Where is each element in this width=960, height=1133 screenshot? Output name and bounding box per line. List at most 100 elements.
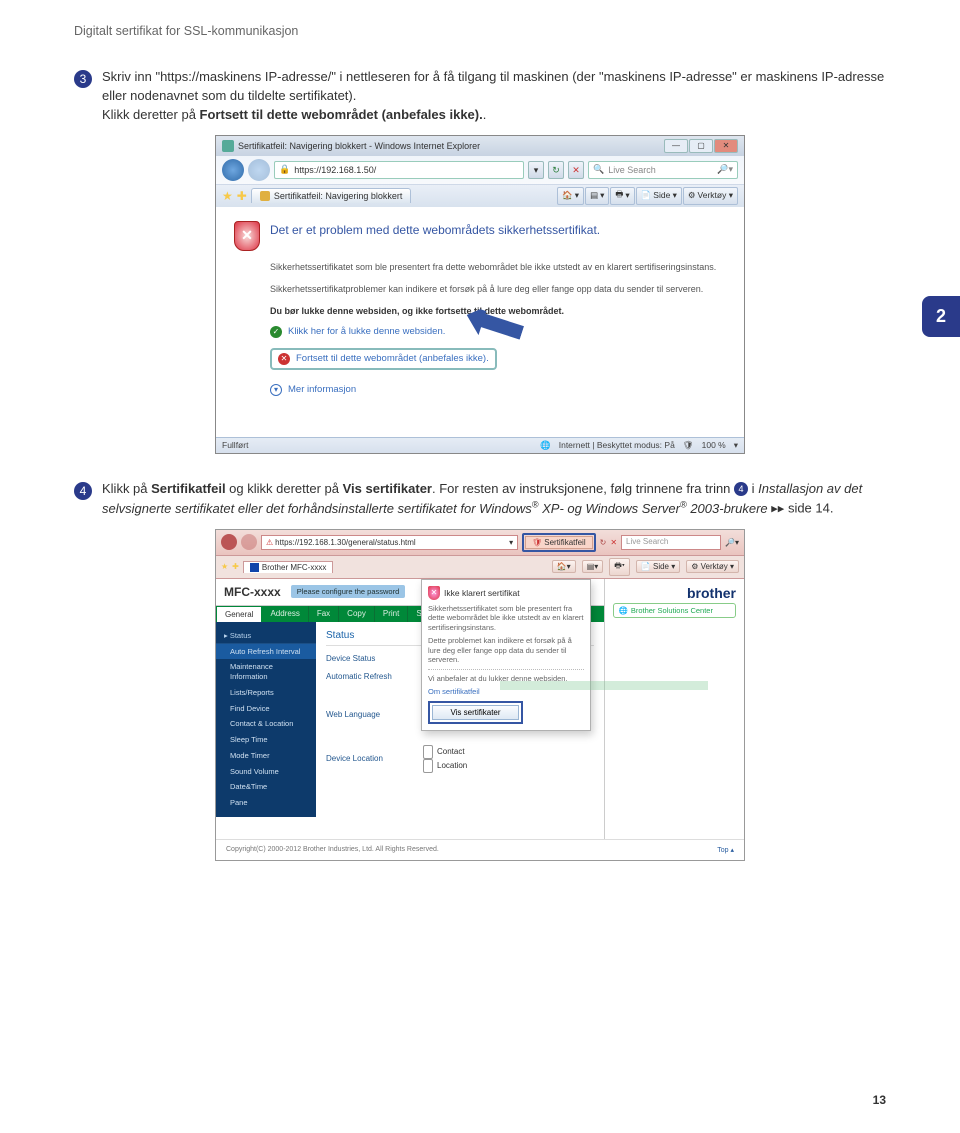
sidebar-item-maintenance[interactable]: Maintenance Information <box>216 659 316 685</box>
navtab-print[interactable]: Print <box>375 606 408 622</box>
sidebar-item-contact[interactable]: Contact & Location <box>216 716 316 732</box>
add-favorites-icon[interactable]: ✚ <box>237 189 247 203</box>
window-maximize-button[interactable]: ▢ <box>689 139 713 153</box>
favorites-icon[interactable]: ★ <box>221 562 228 571</box>
url-dropdown-button[interactable]: ▾ <box>528 161 544 179</box>
search-field[interactable]: Live Search <box>621 535 721 550</box>
val-device-location: Contact Location <box>423 745 467 773</box>
cert-error-button[interactable]: 🛡 Sertifikatfeil <box>525 536 593 549</box>
step-3-line-b-pre: Klikk deretter på <box>102 107 200 122</box>
page-icon: 📄 <box>641 562 651 571</box>
zoom-dropdown-icon[interactable]: ▾ <box>734 440 738 451</box>
continue-link[interactable]: ✕ Fortsett til dette webområdet (anbefal… <box>270 348 497 370</box>
feed-button[interactable]: ▤▾ <box>582 560 604 573</box>
browser-tab[interactable]: Sertifikatfeil: Navigering blokkert <box>251 188 412 203</box>
tab-favicon-icon <box>250 563 259 572</box>
nav-forward-button[interactable] <box>241 534 257 550</box>
sidebar-item-sleep[interactable]: Sleep Time <box>216 732 316 748</box>
url-field[interactable]: ⚠ https://192.168.1.30/general/status.ht… <box>261 535 518 550</box>
popup-p1: Sikkerhetssertifikatet som ble presenter… <box>428 604 584 633</box>
print-button[interactable]: 🖶▾ <box>609 558 630 576</box>
window-close-button[interactable]: ✕ <box>714 139 738 153</box>
tab-title: Sertifikatfeil: Navigering blokkert <box>274 191 403 201</box>
back-to-top-link[interactable]: Top ▴ <box>717 846 734 854</box>
warning-lock-icon: ⚠ <box>266 538 273 547</box>
shield-error-icon: ✕ <box>234 221 260 251</box>
step-4-text: Klikk på Sertifikatfeil og klikk derette… <box>102 480 886 519</box>
window-title: Sertifikatfeil: Navigering blokkert - Wi… <box>238 141 480 151</box>
page-header: Digitalt sertifikat for SSL-kommunikasjo… <box>0 0 960 42</box>
gear-icon: ⚙ <box>688 190 696 201</box>
more-info-link[interactable]: ▾ Mer informasjon <box>270 384 726 396</box>
sidebar-item-datetime[interactable]: Date&Time <box>216 779 316 795</box>
cert-popup: ✕ Ikke klarert sertifikat Sikkerhetssert… <box>421 579 591 731</box>
globe-icon: 🌐 <box>618 606 627 615</box>
solution-center-link[interactable]: 🌐 Brother Solutions Center <box>613 603 736 618</box>
tab-title: Brother MFC-xxxx <box>262 563 326 572</box>
refresh-button[interactable]: ↻ <box>548 161 564 179</box>
home-icon: 🏠 <box>562 190 573 201</box>
cert-error-p2: Sikkerhetssertifikatproblemer kan indike… <box>270 283 726 296</box>
search-field[interactable]: 🔍 Live Search 🔎▾ <box>588 161 738 179</box>
lock-icon: 🔒 <box>279 164 290 175</box>
sidebar-item-pane[interactable]: Pane <box>216 795 316 811</box>
s4-a: Klikk på <box>102 481 151 496</box>
browser-tab[interactable]: Brother MFC-xxxx <box>243 561 333 573</box>
url-field[interactable]: 🔒 https://192.168.1.50/ <box>274 161 524 179</box>
sidebar-item-sound[interactable]: Sound Volume <box>216 764 316 780</box>
nav-back-button[interactable] <box>222 159 244 181</box>
inline-step-badge: 4 <box>734 482 748 496</box>
add-favorites-icon[interactable]: ✚ <box>232 562 239 571</box>
search-go-icon[interactable]: 🔎▾ <box>725 538 739 547</box>
status-zone: Internett | Beskyttet modus: På <box>559 440 675 450</box>
s4-bold-b: Vis sertifikater <box>343 481 432 496</box>
sidebar-item-lists[interactable]: Lists/Reports <box>216 685 316 701</box>
tab-row: ★ ✚ Sertifikatfeil: Navigering blokkert … <box>216 185 744 207</box>
page-label: Side ▾ <box>653 562 675 571</box>
sidebar-item-find-device[interactable]: Find Device <box>216 701 316 717</box>
print-button[interactable]: 🖶▾ <box>610 187 634 205</box>
navtab-copy[interactable]: Copy <box>339 606 375 622</box>
shield-x-icon: ✕ <box>278 353 290 365</box>
s4-bold-a: Sertifikatfeil <box>151 481 225 496</box>
continue-label: Fortsett til dette webområdet (anbefales… <box>296 353 489 364</box>
home-drop: ▾ <box>575 190 579 201</box>
s4-c: . For resten av instruksjonene, følg tri… <box>432 481 734 496</box>
tools-menu-button[interactable]: ⚙Verktøy ▾ <box>683 187 738 205</box>
tab-warning-icon <box>260 191 270 201</box>
device-model: MFC-xxxx <box>224 585 281 599</box>
sidebar: ▸ Status Auto Refresh Interval Maintenan… <box>216 622 316 817</box>
sidebar-group-status[interactable]: ▸ Status <box>216 628 316 644</box>
s4-d: i <box>748 481 758 496</box>
page-menu-button[interactable]: 📄 Side ▾ <box>636 560 680 573</box>
stop-button[interactable]: ✕ <box>610 538 617 547</box>
url-dropdown-icon[interactable]: ▾ <box>509 538 513 547</box>
refresh-button[interactable]: ↻ <box>600 538 607 547</box>
stop-button[interactable]: ✕ <box>568 161 584 179</box>
url-value: https://192.168.1.30/general/status.html <box>275 538 416 547</box>
label-device-status: Device Status <box>326 654 411 663</box>
sidebar-item-mode-timer[interactable]: Mode Timer <box>216 748 316 764</box>
home-button[interactable]: 🏠▾ <box>552 560 576 573</box>
page-menu-button[interactable]: 📄Side ▾ <box>636 187 682 205</box>
solution-label: Brother Solutions Center <box>631 606 713 615</box>
sidebar-item-auto-refresh[interactable]: Auto Refresh Interval <box>216 644 316 660</box>
feed-button[interactable]: ▤▾ <box>585 187 609 205</box>
navtab-fax[interactable]: Fax <box>309 606 339 622</box>
home-button[interactable]: 🏠▾ <box>557 187 584 205</box>
view-certificates-button[interactable]: Vis sertifikater <box>432 705 519 720</box>
view-certs-highlight: Vis sertifikater <box>428 701 523 724</box>
navtab-general[interactable]: General <box>216 606 262 622</box>
shield-error-icon: ✕ <box>428 586 440 600</box>
navtab-address[interactable]: Address <box>262 606 308 622</box>
tools-menu-button[interactable]: ⚙ Verktøy ▾ <box>686 560 739 573</box>
ss2-address-bar: ⚠ https://192.168.1.30/general/status.ht… <box>216 530 744 556</box>
step-3: 3 Skriv inn "https://maskinens IP-adress… <box>74 68 886 125</box>
password-notice: Please configure the password <box>291 585 406 598</box>
search-go-icon[interactable]: 🔎▾ <box>717 164 733 175</box>
nav-back-button[interactable] <box>221 534 237 550</box>
window-minimize-button[interactable]: — <box>664 139 688 153</box>
check-icon: ✓ <box>270 326 282 338</box>
favorites-icon[interactable]: ★ <box>222 189 233 203</box>
nav-forward-button[interactable] <box>248 159 270 181</box>
